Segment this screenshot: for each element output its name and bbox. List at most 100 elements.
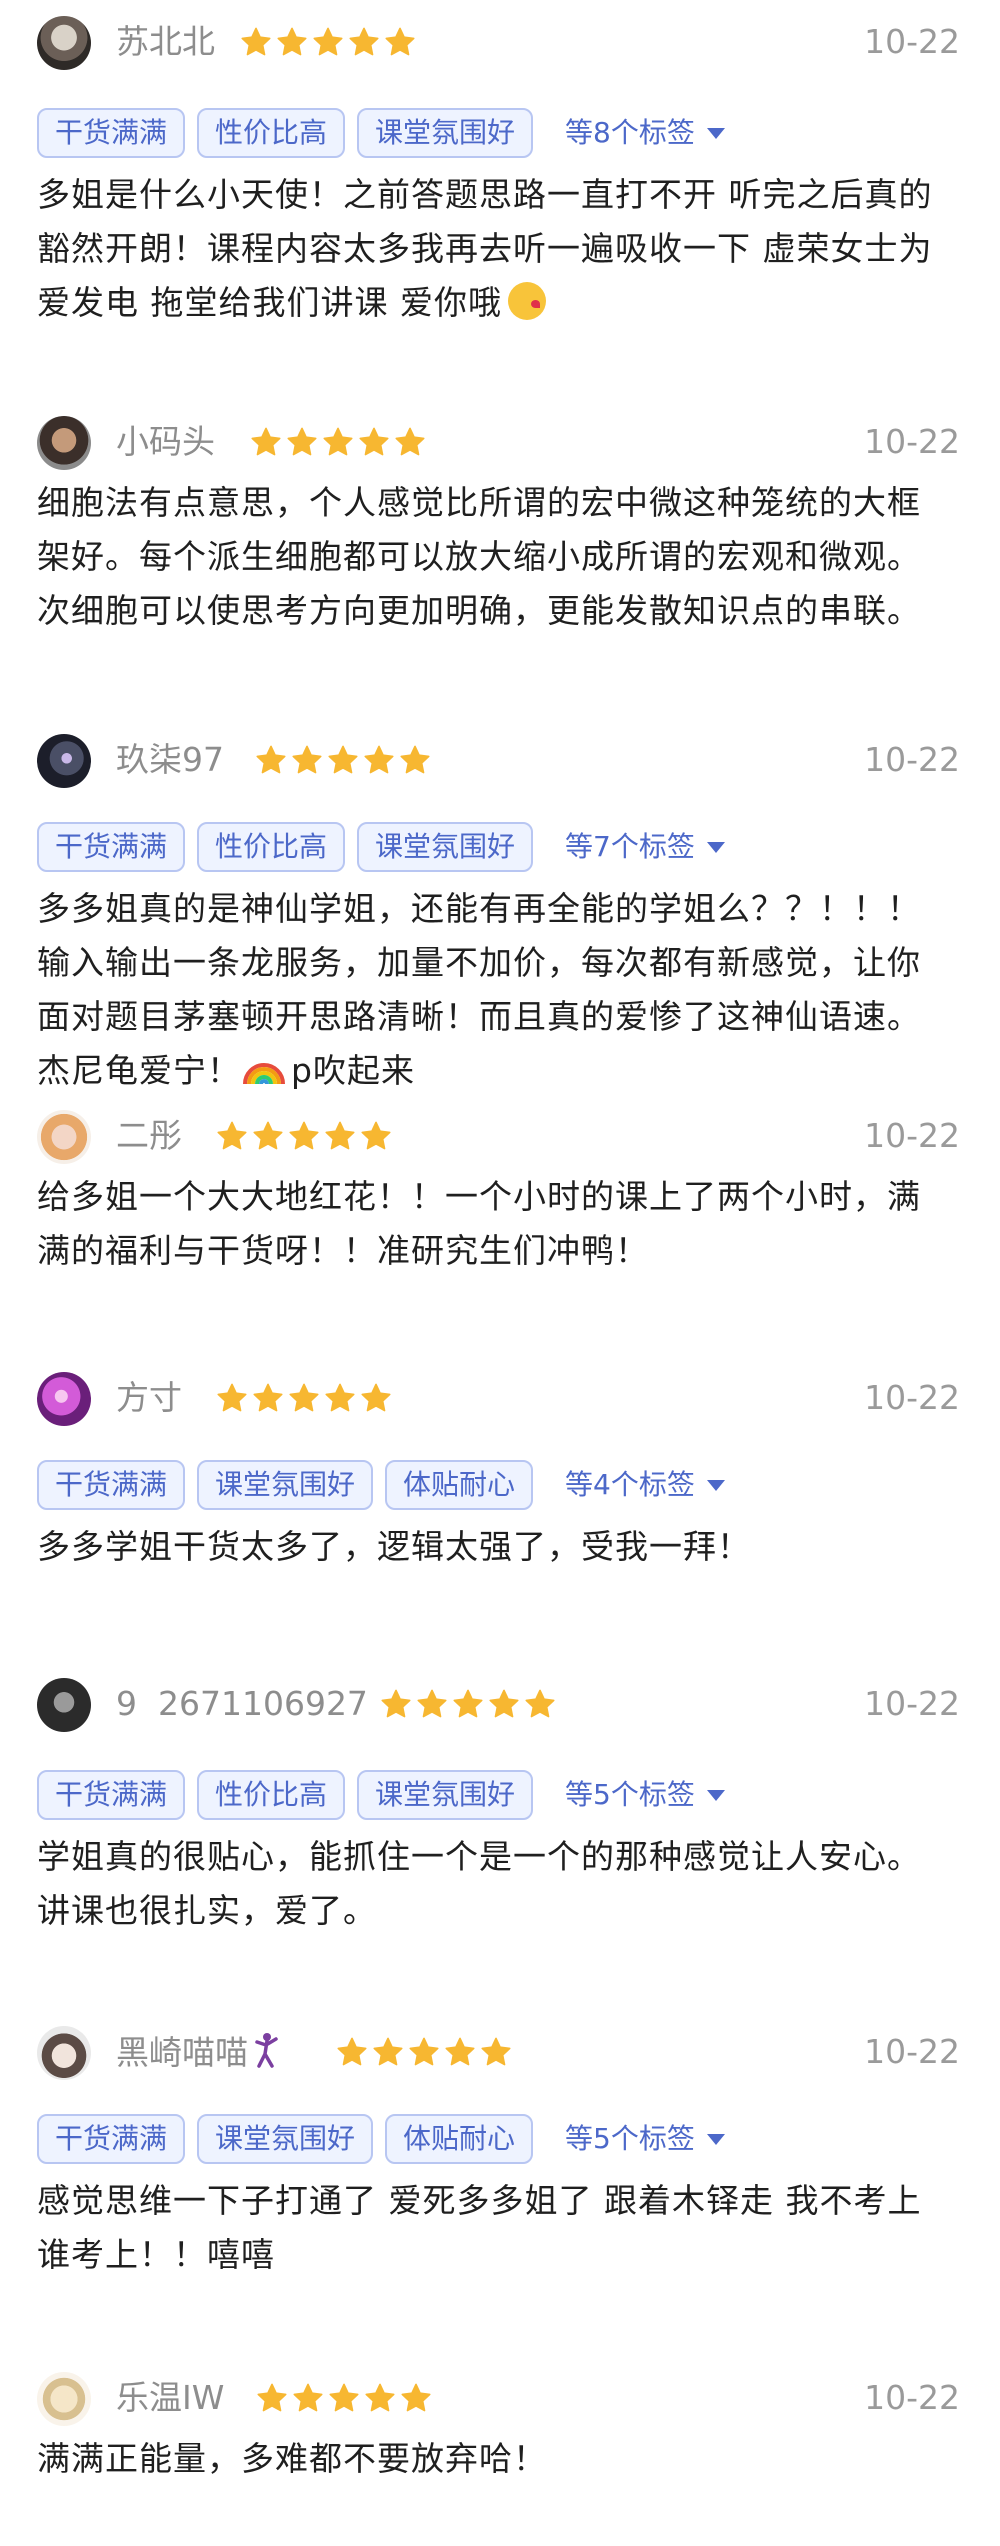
tag-chip[interactable]: 课堂氛围好 [357, 822, 534, 872]
tag-chip[interactable]: 干货满满 [37, 108, 186, 158]
star-rating [380, 1688, 556, 1722]
review-text: 细胞法有点意思，个人感觉比所谓的宏中微这种笼统的大框 架好。每个派生细胞都可以放… [37, 483, 921, 630]
review-date: 10-22 [864, 2378, 960, 2417]
star-rating [250, 426, 426, 460]
user-avatar[interactable] [37, 2026, 91, 2080]
tag-chip[interactable]: 体贴耐心 [385, 2114, 534, 2164]
user-avatar[interactable] [37, 16, 91, 70]
star-icon [400, 2382, 432, 2414]
star-rating [216, 1120, 392, 1154]
review-card: 方寸 10-22 干货满满 课堂氛围好 体贴耐心 等4个标签 多多学姐干货太多了… [0, 1364, 1000, 1566]
star-rating [336, 2036, 512, 2070]
star-icon [488, 1688, 520, 1720]
review-card: 苏北北 10-22 干货满满 性价比高 课堂氛围好 等8个标签 多姐是什么小天使… [0, 8, 1000, 322]
user-avatar[interactable] [37, 734, 91, 788]
username: 二彤 [116, 1116, 182, 1155]
tag-chip[interactable]: 性价比高 [197, 1770, 346, 1820]
star-icon [348, 26, 380, 58]
star-icon [252, 1382, 284, 1414]
caret-down-icon [706, 841, 725, 853]
star-icon [384, 26, 416, 58]
review-text: 多多姐真的是神仙学姐，还能有再全能的学姐么？？！！！ 输入输出一条龙服务，加量不… [37, 882, 967, 1098]
star-icon [288, 1382, 320, 1414]
review-card: 黑崎喵喵 10-22 干货满满 课堂氛围好 体贴耐心 等5个标签 感觉思维一下子… [0, 2018, 1000, 2274]
review-card: 9 2671106927 10-22 干货满满 性价比高 课堂氛围好 等5个标签… [0, 1670, 1000, 1930]
username-text: 黑崎喵喵 [116, 2033, 248, 2072]
star-icon [444, 2036, 476, 2068]
review-date: 10-22 [864, 22, 960, 61]
more-tags-label: 等4个标签 [565, 1468, 695, 1501]
star-icon [452, 1688, 484, 1720]
tag-chip[interactable]: 课堂氛围好 [197, 2114, 374, 2164]
caret-down-icon [706, 1789, 725, 1801]
caret-down-icon [706, 1479, 725, 1491]
user-avatar[interactable] [37, 1110, 91, 1164]
username: 方寸 [116, 1378, 182, 1417]
star-icon [336, 2036, 368, 2068]
tag-chip[interactable]: 课堂氛围好 [357, 108, 534, 158]
more-tags-toggle[interactable]: 等5个标签 [565, 2114, 725, 2164]
user-avatar[interactable] [37, 2372, 91, 2426]
review-date: 10-22 [864, 2032, 960, 2071]
username: 小码头 [116, 422, 215, 461]
star-icon [394, 426, 426, 458]
more-tags-label: 等5个标签 [565, 1778, 695, 1811]
review-date: 10-22 [864, 1378, 960, 1417]
tag-chip[interactable]: 干货满满 [37, 1770, 186, 1820]
more-tags-toggle[interactable]: 等8个标签 [565, 108, 725, 158]
tag-chip[interactable]: 课堂氛围好 [197, 1460, 374, 1510]
star-icon [256, 2382, 288, 2414]
review-text-body: 多多姐真的是神仙学姐，还能有再全能的学姐么？？！！！ 输入输出一条龙服务，加量不… [37, 889, 921, 1090]
review-text-body: 多姐是什么小天使！之前答题思路一直打不开 听完之后真的 豁然开朗！课程内容太多我… [37, 175, 933, 322]
star-icon [328, 2382, 360, 2414]
review-text: 给多姐一个大大地红花！！一个小时的课上了两个小时，满 满的福利与干货呀！！准研究… [37, 1177, 921, 1270]
kiss-emoji-icon [507, 282, 546, 320]
user-avatar[interactable] [37, 1372, 91, 1426]
tag-chip[interactable]: 干货满满 [37, 1460, 186, 1510]
star-icon [480, 2036, 512, 2068]
tag-chip[interactable]: 性价比高 [197, 822, 346, 872]
star-icon [292, 2382, 324, 2414]
more-tags-toggle[interactable]: 等4个标签 [565, 1460, 725, 1510]
star-icon [399, 744, 431, 776]
star-icon [327, 744, 359, 776]
tag-chip[interactable]: 课堂氛围好 [357, 1770, 534, 1820]
star-icon [360, 1120, 392, 1152]
star-icon [255, 744, 287, 776]
tag-list: 干货满满 性价比高 课堂氛围好 等5个标签 [37, 1770, 725, 1820]
caret-down-icon [706, 2133, 725, 2145]
star-icon [372, 2036, 404, 2068]
tag-chip[interactable]: 干货满满 [37, 2114, 186, 2164]
user-avatar[interactable] [37, 416, 91, 470]
star-icon [364, 2382, 396, 2414]
caret-down-icon [706, 127, 725, 139]
star-icon [312, 26, 344, 58]
username: 苏北北 [116, 22, 215, 61]
star-icon [291, 744, 323, 776]
review-text: 满满正能量，多难都不要放弃哈！ [37, 2439, 547, 2478]
more-tags-toggle[interactable]: 等7个标签 [565, 822, 725, 872]
tag-list: 干货满满 性价比高 课堂氛围好 等7个标签 [37, 822, 725, 872]
review-card: 玖柒97 10-22 干货满满 性价比高 课堂氛围好 等7个标签 多多姐真的是神… [0, 726, 1000, 1090]
star-icon [524, 1688, 556, 1720]
tag-chip[interactable]: 性价比高 [197, 108, 346, 158]
rainbow-emoji-icon [243, 1063, 285, 1085]
review-text: 感觉思维一下子打通了 爱死多多姐了 跟着木铎走 我不考上 谁考上！！嘻嘻 [37, 2181, 922, 2274]
review-text: 学姐真的很贴心，能抓住一个是一个的那种感觉让人安心。 讲课也很扎实，爱了。 [37, 1837, 921, 1930]
username: 9 2671106927 [116, 1684, 368, 1723]
more-tags-toggle[interactable]: 等5个标签 [565, 1770, 725, 1820]
username: 黑崎喵喵 [116, 2032, 282, 2073]
more-tags-label: 等7个标签 [565, 830, 695, 863]
username: 乐温IW [116, 2378, 225, 2417]
review-text: 多多学姐干货太多了，逻辑太强了，受我一拜！ [37, 1527, 751, 1566]
star-icon [252, 1120, 284, 1152]
star-rating [216, 1382, 392, 1416]
star-icon [240, 26, 272, 58]
tag-chip[interactable]: 体贴耐心 [385, 1460, 534, 1510]
user-avatar[interactable] [37, 1678, 91, 1732]
tag-chip[interactable]: 干货满满 [37, 822, 186, 872]
star-icon [322, 426, 354, 458]
review-text: 多姐是什么小天使！之前答题思路一直打不开 听完之后真的 豁然开朗！课程内容太多我… [37, 168, 967, 330]
star-icon [216, 1382, 248, 1414]
more-tags-label: 等5个标签 [565, 2122, 695, 2155]
